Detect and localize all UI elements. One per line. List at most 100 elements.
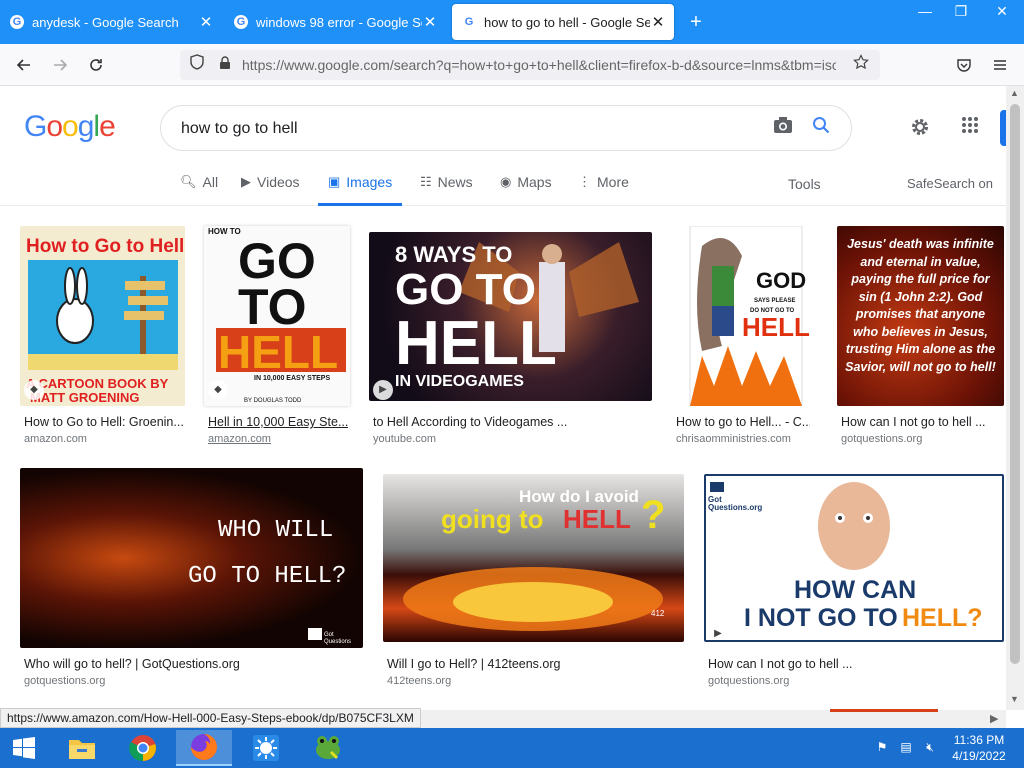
result-thumbnail[interactable]: WHO WILL GO TO HELL? Got Questions (20, 468, 363, 648)
sun-icon (253, 735, 279, 761)
tab-all[interactable]: 🔍︎ All (180, 174, 218, 206)
video-thumbnail-image: 8 WAYS TO GO TO HELL IN VIDEOGAMES (395, 242, 639, 390)
minimize-button[interactable]: — (908, 0, 942, 22)
result-caption[interactable]: How to go to Hell... - C... (676, 415, 810, 429)
result-source[interactable]: gotquestions.org (841, 433, 922, 445)
result-caption[interactable]: Will I go to Hell? | 412teens.org (387, 657, 677, 671)
apps-grid-icon[interactable] (958, 116, 982, 140)
search-input[interactable] (181, 118, 741, 140)
result-source[interactable]: 412teens.org (387, 675, 451, 687)
action-center-flag-icon[interactable]: ⚑ (874, 740, 890, 756)
result-caption[interactable]: to Hell According to Videogames ... (373, 415, 653, 429)
firefox-icon (191, 734, 217, 760)
close-window-button[interactable]: ✕ (982, 0, 1022, 22)
forward-button[interactable] (46, 51, 74, 79)
result-source[interactable]: gotquestions.org (708, 675, 789, 687)
svg-text:HELL: HELL (218, 326, 338, 378)
image-icon: ▣ (328, 174, 341, 189)
clock-time: 11:36 PM (953, 733, 1005, 747)
result-source[interactable]: amazon.com (208, 433, 271, 445)
tab-close-icon[interactable]: ✕ (198, 13, 214, 31)
tab-anydesk[interactable]: G anydesk - Google Search ✕ (0, 4, 222, 40)
system-clock[interactable]: 11:36 PM 4/19/2022 (944, 732, 1014, 764)
scroll-right-arrow-icon[interactable]: ▶ (990, 712, 998, 725)
svg-text:BY DOUGLAS TODD: BY DOUGLAS TODD (244, 398, 302, 404)
volume-muted-icon[interactable]: 🔇︎ (922, 740, 938, 756)
result-thumbnail[interactable]: GOD SAYS PLEASE DO NOT GO TO HELL (672, 226, 818, 406)
logo-letter: o (62, 110, 79, 143)
menu-button[interactable] (986, 51, 1014, 79)
gotquestions-banner-image: Got Questions.org HOW CAN I NOT GO TO HE… (708, 482, 983, 632)
tab-more[interactable]: ⋮ More (578, 174, 629, 206)
svg-text:HELL: HELL (742, 312, 810, 342)
back-button[interactable] (10, 51, 38, 79)
result-source[interactable]: gotquestions.org (24, 675, 105, 687)
file-explorer-taskbar-button[interactable] (54, 730, 110, 766)
url-text[interactable]: https://www.google.com/search?q=how+to+g… (242, 57, 836, 73)
tools-button[interactable]: Tools (788, 176, 821, 192)
reload-button[interactable] (82, 51, 110, 79)
result-caption[interactable]: How to Go to Hell: Groenin... (24, 415, 184, 429)
result-source[interactable]: youtube.com (373, 433, 436, 445)
tab-label: All (202, 174, 219, 190)
vertical-scrollbar[interactable]: ▲ ▼ (1006, 86, 1024, 710)
svg-text:IN VIDEOGAMES: IN VIDEOGAMES (395, 373, 524, 390)
address-bar[interactable]: https://www.google.com/search?q=how+to+g… (180, 50, 880, 80)
result-caption[interactable]: Who will go to hell? | GotQuestions.org (24, 657, 364, 671)
result-thumbnail[interactable]: Jesus' death was infinite and eternal in… (837, 226, 1004, 406)
svg-text:GO TO HELL?: GO TO HELL? (188, 563, 346, 590)
svg-text:A CARTOON BOOK BY: A CARTOON BOOK BY (26, 376, 169, 391)
tab-title: windows 98 error - Google Search (256, 14, 422, 30)
svg-text:SAYS PLEASE: SAYS PLEASE (754, 298, 795, 304)
result-caption[interactable]: Hell in 10,000 Easy Ste... (208, 415, 348, 429)
svg-text:HOW CAN: HOW CAN (794, 576, 916, 604)
tab-images[interactable]: ▣ Images (318, 174, 403, 206)
result-thumbnail[interactable]: Got Questions.org HOW CAN I NOT GO TO HE… (704, 474, 1004, 642)
weather-app-taskbar-button[interactable] (238, 730, 294, 766)
tab-close-icon[interactable]: ✕ (650, 13, 666, 31)
result-source[interactable]: amazon.com (24, 433, 87, 445)
camera-icon[interactable] (771, 116, 795, 140)
tracking-shield-icon[interactable] (186, 54, 208, 76)
tab-how-to-go-to-hell[interactable]: G how to go to hell - Google Search ✕ (452, 4, 674, 40)
maximize-button[interactable]: ❐ (944, 0, 978, 22)
tab-close-icon[interactable]: ✕ (422, 13, 438, 31)
svg-text:Got: Got (324, 632, 334, 638)
firefox-taskbar-button[interactable] (176, 730, 232, 766)
tab-windows-98-error[interactable]: G windows 98 error - Google Search ✕ (224, 4, 446, 40)
pocket-button[interactable] (950, 51, 978, 79)
result-caption[interactable]: How can I not go to hell ... (708, 657, 998, 671)
play-icon: ▶ (373, 380, 393, 400)
start-button[interactable] (0, 730, 48, 766)
result-thumbnail[interactable]: HOW TO GO TO HELL IN 10,000 EASY STEPS B… (204, 226, 350, 406)
tab-label: Videos (257, 174, 300, 190)
chrome-taskbar-button[interactable] (115, 730, 171, 766)
search-icon: 🔍︎ (180, 174, 197, 189)
result-thumbnail[interactable]: 8 WAYS TO GO TO HELL IN VIDEOGAMES ▶ (369, 232, 652, 401)
tab-news[interactable]: ☷ News (420, 174, 473, 206)
tab-videos[interactable]: ▶ Videos (241, 174, 300, 206)
result-source[interactable]: chrisaomministries.com (676, 433, 791, 445)
lock-icon[interactable] (214, 54, 236, 76)
book-cover-image: HOW TO GO TO HELL IN 10,000 EASY STEPS B… (208, 227, 346, 404)
svg-text:GOD: GOD (756, 268, 806, 293)
network-icon[interactable]: ▤ (898, 740, 914, 756)
scroll-down-arrow-icon[interactable]: ▼ (1010, 694, 1019, 704)
new-tab-button[interactable]: + (684, 8, 708, 36)
quote-text: Jesus' death was infinite and eternal in… (845, 237, 996, 374)
settings-gear-icon[interactable] (908, 116, 932, 140)
result-caption[interactable]: How can I not go to hell ... (841, 415, 1001, 429)
google-logo[interactable]: Google (24, 110, 116, 144)
safesearch-toggle[interactable]: SafeSearch on (907, 176, 993, 191)
fire-banner-image: WHO WILL GO TO HELL? Got Questions (188, 517, 351, 645)
tab-maps[interactable]: ◉ Maps (500, 174, 552, 206)
scroll-up-arrow-icon[interactable]: ▲ (1010, 88, 1019, 98)
result-thumbnail[interactable]: How do I avoid going to HELL ? 412 (383, 474, 684, 642)
result-thumbnail[interactable]: How to Go to Hell A CARTOON BOOK BY MATT… (20, 226, 185, 406)
svg-text:8 WAYS TO: 8 WAYS TO (395, 242, 512, 267)
search-icon[interactable] (809, 116, 833, 140)
wine-app-taskbar-button[interactable] (300, 730, 356, 766)
bookmark-star-icon[interactable] (850, 54, 872, 76)
scrollbar-thumb[interactable] (1010, 104, 1020, 664)
svg-text:HELL: HELL (563, 504, 631, 534)
